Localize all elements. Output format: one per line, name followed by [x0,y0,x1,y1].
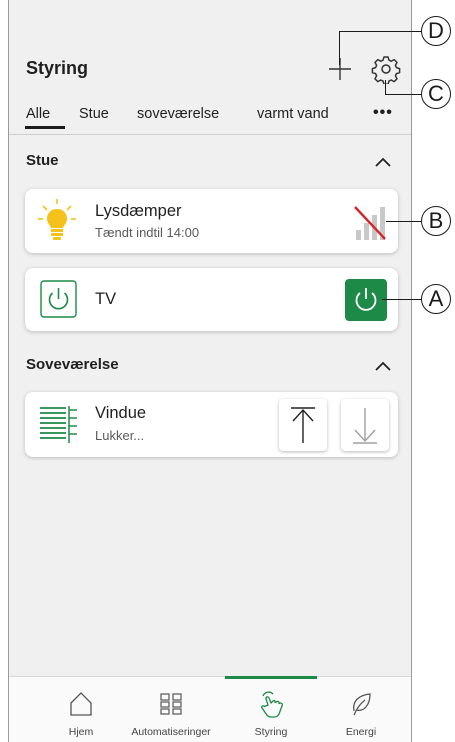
page-title: Styring [26,58,89,78]
hand-touch-icon [261,691,284,718]
nav-label: Hjem [68,726,94,738]
tab-sovevaerelse[interactable]: soveværelse [137,106,219,122]
device-name: Vindue [95,404,147,422]
nav-label: Styring [254,726,288,738]
callout-a: A [421,284,451,314]
callout-line-b [386,221,422,222]
device-status: Lukker... [95,428,145,443]
no-signal-icon[interactable] [353,204,387,242]
device-name: Lysdæmper [95,202,182,220]
section-title-stue: Stue [26,152,59,169]
leaf-icon [353,693,371,716]
callout-line-c [385,94,423,95]
nav-item-energi[interactable]: Energi [313,677,409,742]
home-icon [70,692,92,716]
grid-icon [160,693,182,715]
phone-screen: Styring Alle Stue soveværelse varmt vand… [8,0,412,742]
tv-power-button[interactable] [345,279,387,321]
device-status: Tændt indtil 14:00 [95,225,200,240]
more-tabs-button[interactable]: ••• [373,104,393,122]
power-icon [355,288,377,311]
chevron-up-icon[interactable] [374,360,392,372]
callout-b: B [421,206,451,236]
bulb-icon [37,198,77,244]
callout-d: D [421,16,451,46]
tab-alle[interactable]: Alle [26,106,50,122]
nav-item-hjem[interactable]: Hjem [33,677,129,742]
device-card-vindue[interactable]: Vindue Lukker... [25,392,398,457]
callout-line-a [382,299,422,300]
tab-stue[interactable]: Stue [79,106,109,122]
power-icon [40,280,77,318]
section-title-sovevaerelse: Soveværelse [26,356,119,373]
tab-varmt-vand[interactable]: varmt vand [257,106,329,122]
chevron-up-icon[interactable] [374,156,392,168]
plus-icon [329,58,351,80]
header: Styring Alle Stue soveværelse varmt vand… [9,0,411,135]
active-nav-indicator [225,676,317,679]
divider [9,134,411,135]
device-card-lysdaemper[interactable]: Lysdæmper Tændt indtil 14:00 [25,189,398,253]
arrow-down-icon [353,408,377,444]
callout-line-d [339,31,340,65]
blind-up-button[interactable] [279,399,327,451]
bottom-navigation: Hjem Automatiseringer Styring Energi [9,676,411,742]
settings-button[interactable] [371,54,401,85]
blind-down-button[interactable] [341,399,389,451]
active-tab-indicator [25,126,65,129]
nav-item-automatiseringer[interactable]: Automatiseringer [123,677,219,742]
nav-item-styring[interactable]: Styring [223,677,319,742]
add-button[interactable] [327,56,353,82]
blinds-icon [39,405,81,445]
gear-icon [371,56,401,85]
nav-label: Energi [345,726,377,738]
device-name: TV [95,290,117,308]
arrow-up-icon [291,407,315,443]
callout-c: C [421,79,451,109]
nav-label: Automatiseringer [131,726,211,738]
device-card-tv[interactable]: TV [25,268,398,331]
room-tabs: Alle Stue soveværelse varmt vand [9,106,411,134]
callout-line-d [339,31,425,32]
callout-line-c [385,80,386,94]
